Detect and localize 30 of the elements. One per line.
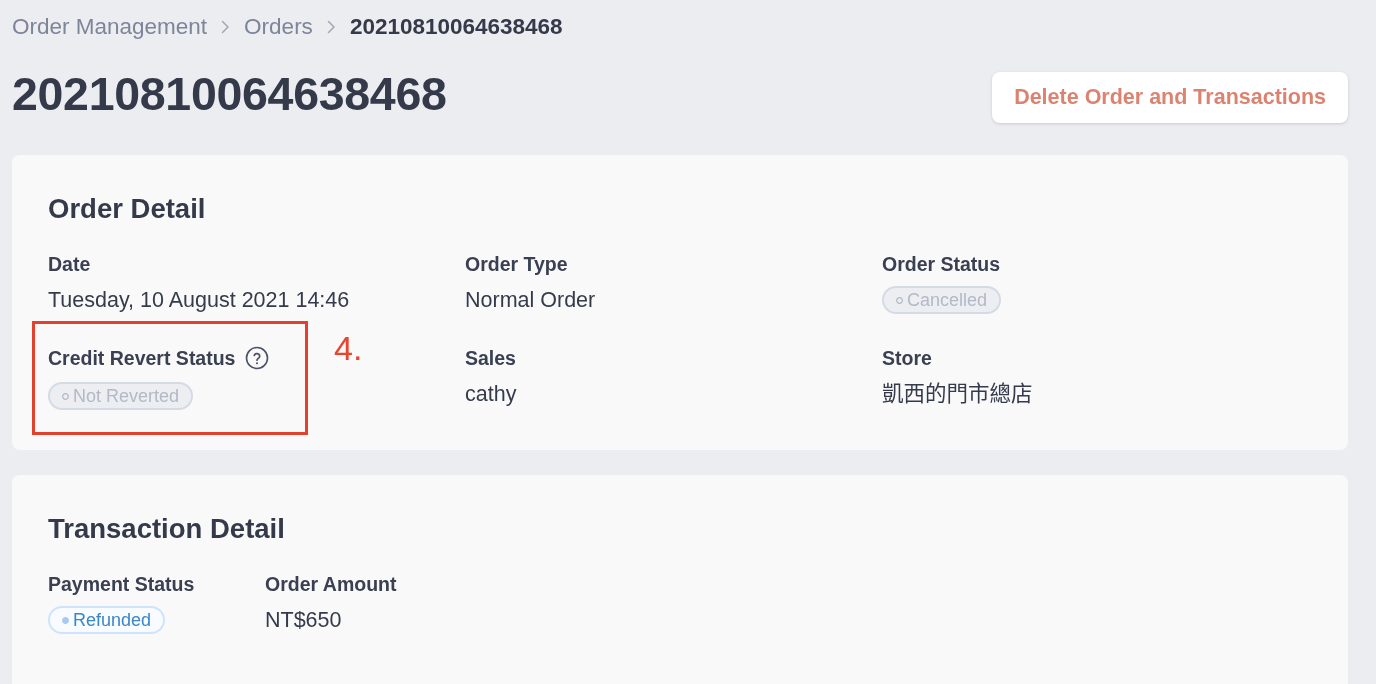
field-value: cathy	[465, 381, 517, 408]
section-title: Order Detail	[48, 192, 207, 226]
breadcrumb-link[interactable]: Order Management	[12, 14, 208, 40]
status-dot-icon	[62, 392, 69, 400]
breadcrumb-link[interactable]: Orders	[244, 14, 313, 40]
help-icon[interactable]	[245, 346, 270, 370]
callout-number: 4.	[334, 329, 363, 367]
page-title: 20210810064638468	[12, 66, 447, 121]
badge-label: Refunded	[73, 609, 152, 631]
field-label: Order Type	[465, 252, 568, 276]
status-dot-icon	[62, 616, 69, 624]
field-label: Date	[48, 252, 91, 276]
field-value: NT$650	[265, 607, 342, 634]
field-value: Normal Order	[465, 287, 596, 314]
field-label: Order Amount	[265, 572, 397, 596]
breadcrumb-link[interactable]: 20210810064638468	[349, 14, 563, 40]
field-label: Sales	[465, 346, 516, 370]
field-label: Store	[882, 346, 932, 370]
field-value: Tuesday, 10 August 2021 14:46	[48, 287, 350, 314]
field-label: Payment Status	[48, 572, 195, 596]
field-value: 凱西的門市總店	[882, 381, 1033, 408]
section-title: Transaction Detail	[48, 512, 286, 546]
field-label: Credit Revert Status	[48, 346, 236, 370]
status-dot-icon	[896, 296, 903, 304]
badge-label: Cancelled	[907, 289, 988, 311]
badge-label: Not Reverted	[73, 385, 180, 407]
chevron-right-icon	[221, 20, 231, 34]
field-label: Order Status	[882, 252, 1001, 276]
delete-button[interactable]: Delete Order and Transactions	[992, 72, 1348, 123]
chevron-right-icon	[326, 20, 336, 34]
